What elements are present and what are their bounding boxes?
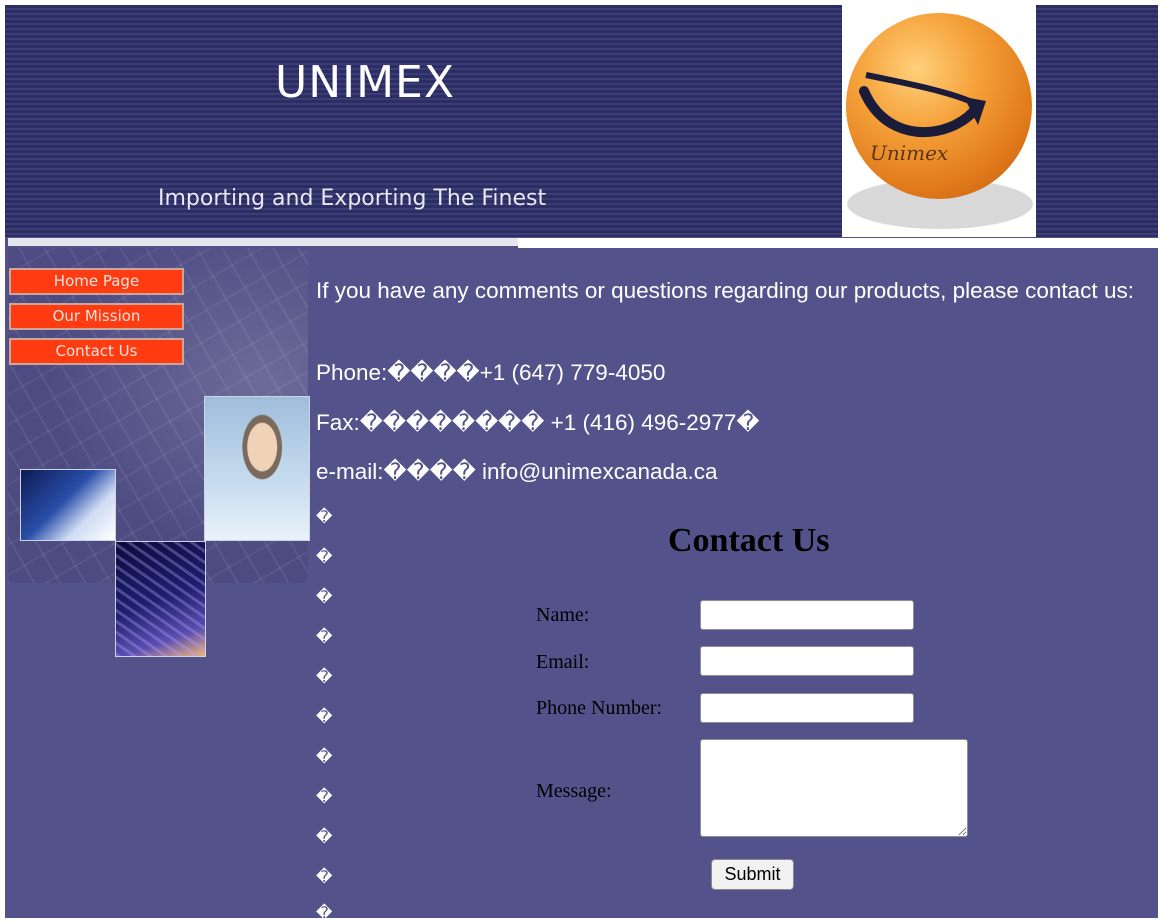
phone-number-label: Phone Number: [536, 697, 663, 719]
filler-char: � [316, 905, 333, 922]
header-divider [8, 238, 518, 246]
submit-button[interactable]: Submit [711, 859, 794, 890]
man-photo [204, 396, 310, 541]
filler-char: � [316, 749, 333, 766]
home-page-button[interactable]: Home Page [9, 268, 184, 295]
email-label: Email: [536, 651, 590, 673]
name-label: Name: [536, 604, 590, 626]
phone-line: Phone:����+1 (647) 779-4050 [316, 360, 666, 385]
site-title: UNIMEX [275, 57, 456, 108]
header-divider-right [518, 238, 1158, 248]
contact-us-button[interactable]: Contact Us [9, 338, 184, 365]
email-line: e-mail:���� info@unimexcanada.ca [316, 459, 718, 484]
filler-char: � [316, 669, 333, 686]
our-mission-button[interactable]: Our Mission [9, 303, 184, 330]
filler-char: � [316, 869, 333, 886]
nav-item-contact[interactable]: Contact Us [9, 338, 184, 365]
filler-char: � [316, 829, 333, 846]
filler-char: � [316, 509, 333, 526]
message-textarea[interactable] [700, 739, 968, 837]
nav-item-home[interactable]: Home Page [9, 268, 184, 295]
filler-char: � [316, 549, 333, 566]
contact-intro: If you have any comments or questions re… [316, 278, 1134, 303]
fax-line: Fax:�������� +1 (416) 496-2977� [316, 410, 760, 435]
logo-arrow-icon [859, 72, 986, 138]
filler-char: � [316, 589, 333, 606]
email-input[interactable] [700, 646, 914, 676]
filler-char: � [316, 789, 333, 806]
filler-char: � [316, 629, 333, 646]
logo: Unimex [842, 5, 1036, 237]
hand-photo [20, 469, 116, 541]
phone-number-input[interactable] [700, 693, 914, 723]
name-input[interactable] [700, 600, 914, 630]
message-label: Message: [536, 780, 612, 802]
site-tagline: Importing and Exporting The Finest [158, 186, 547, 211]
logo-globe-icon: Unimex [846, 13, 1032, 199]
logo-text: Unimex [870, 141, 949, 165]
filler-char: � [316, 709, 333, 726]
form-title: Contact Us [668, 522, 830, 559]
keyboard-photo [115, 541, 206, 657]
nav-item-mission[interactable]: Our Mission [9, 303, 184, 330]
